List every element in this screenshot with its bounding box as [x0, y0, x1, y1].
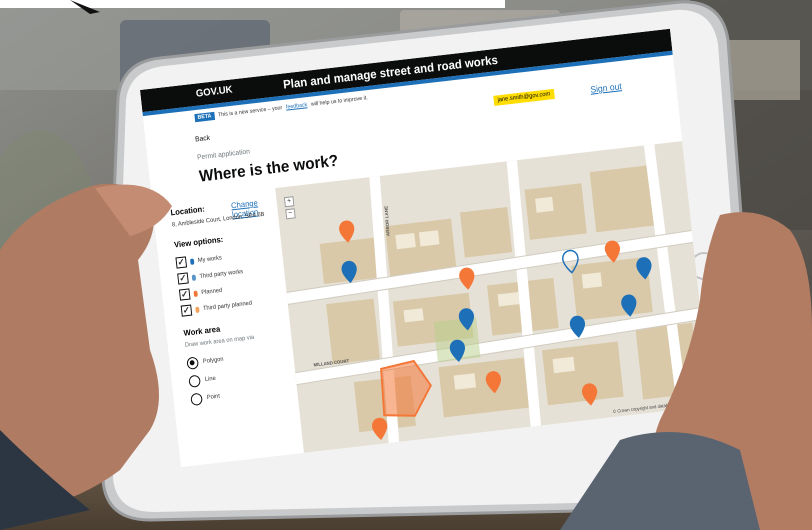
photo-scene: GOV.UK Plan and manage street and road w…: [0, 0, 812, 530]
hands-overlay: [0, 183, 812, 530]
